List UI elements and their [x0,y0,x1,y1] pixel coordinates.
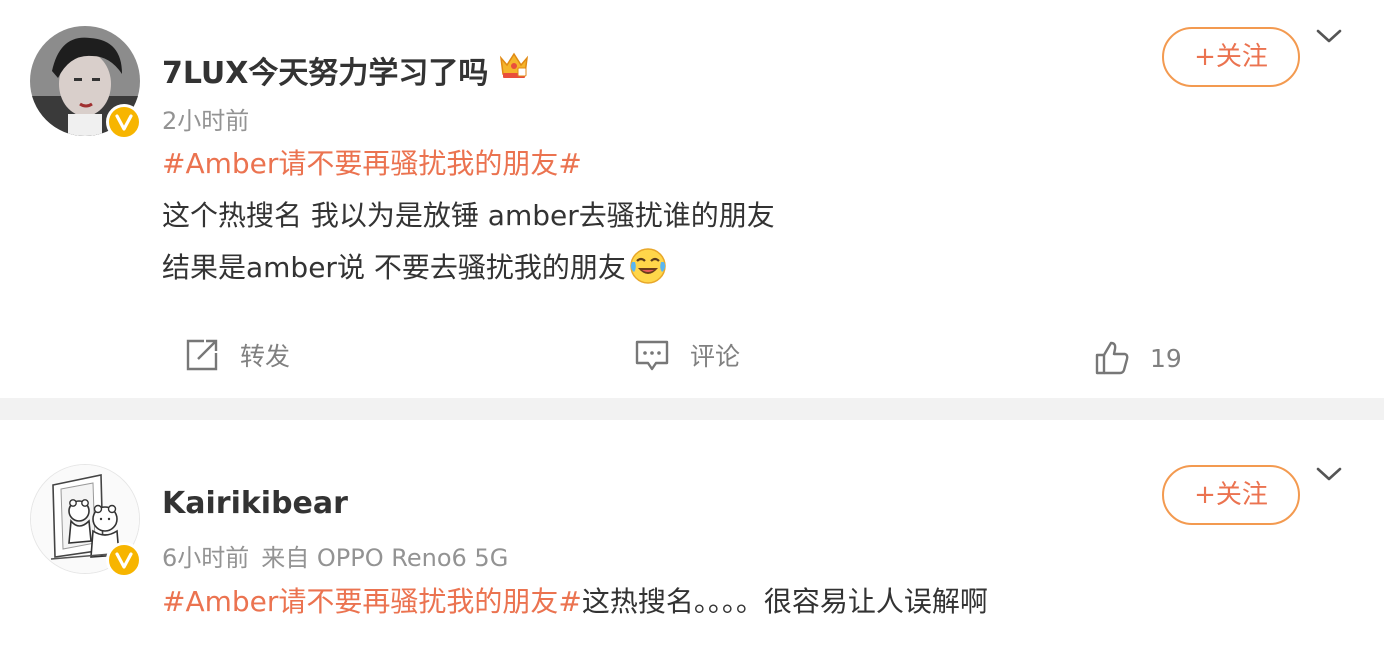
post-card: Kairikibear 6小时前 来自 OPPO Reno6 5G +关注 #Am… [0,420,1384,656]
comment-label: 评论 [690,342,741,371]
repost-button[interactable]: 转发 [184,335,290,375]
like-button[interactable]: 19 [1094,338,1182,378]
username[interactable]: Kairikibear [162,486,348,521]
post-time[interactable]: 6小时前 [162,544,249,572]
post-source: 来自 OPPO Reno6 5G [261,544,509,572]
post-meta: 6小时前 来自 OPPO Reno6 5G [162,538,520,573]
username[interactable]: 7LUX今天努力学习了吗 [162,48,488,92]
follow-button[interactable]: +关注 [1162,27,1300,87]
crown-icon[interactable] [498,50,530,80]
chevron-down-icon[interactable] [1314,464,1344,484]
like-icon [1095,341,1129,375]
comment-button[interactable]: 评论 [634,335,740,375]
hashtag-link[interactable]: #Amber请不要再骚扰我的朋友# [162,585,582,618]
repost-icon [186,339,218,371]
post-text-line-1: 这个热搜名 我以为是放锤 amber去骚扰谁的朋友 [162,199,775,232]
post-text: #Amber请不要再骚扰我的朋友#这热搜名。。。。很容易让人误解啊 [162,576,988,628]
verified-badge-icon [106,542,142,578]
chevron-down-icon[interactable] [1314,26,1344,46]
comment-icon [635,340,669,371]
repost-label: 转发 [240,342,291,371]
follow-button[interactable]: +关注 [1162,465,1300,525]
post-text-line-2: 结果是amber说 不要去骚扰我的朋友 [162,251,626,284]
verified-badge-icon [106,104,142,140]
hashtag-link[interactable]: #Amber请不要再骚扰我的朋友# [162,147,582,180]
post-meta: 2小时前 [162,101,261,136]
post-time[interactable]: 2小时前 [162,107,249,135]
post-divider [0,398,1384,420]
post-text-body: 这热搜名。。。。很容易让人误解啊 [581,585,988,618]
laugh-cry-emoji-icon [628,246,668,303]
weibo-feed: 7LUX今天努力学习了吗 2小时前 +关注 #Amber请不要再骚扰我的朋友# … [0,0,1384,656]
like-count: 19 [1150,343,1182,373]
post-text: #Amber请不要再骚扰我的朋友# 这个热搜名 我以为是放锤 amber去骚扰谁… [162,138,775,303]
post-card: 7LUX今天努力学习了吗 2小时前 +关注 #Amber请不要再骚扰我的朋友# … [0,0,1384,398]
